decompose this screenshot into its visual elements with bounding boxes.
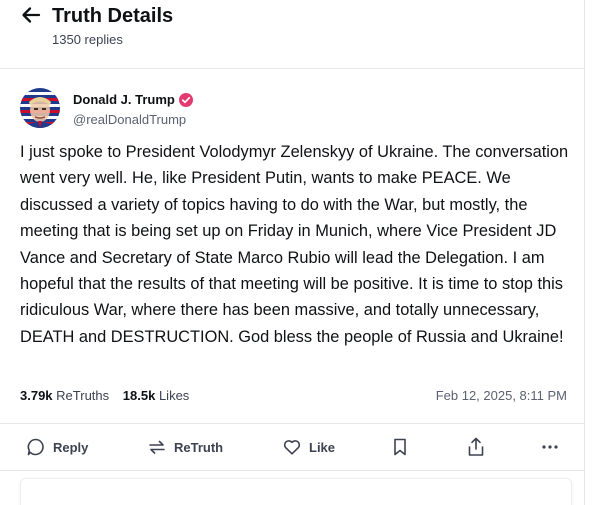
- heart-icon: [283, 440, 301, 455]
- truth-details-page: Truth Details 1350 replies Donald J. Tru…: [0, 0, 585, 505]
- arrow-left-icon: [22, 7, 41, 23]
- post-stats: 3.79k ReTruths 18.5k Likes: [20, 387, 199, 405]
- post-timestamp: Feb 12, 2025, 8:11 PM: [435, 388, 567, 403]
- reply-label: Reply: [53, 439, 89, 455]
- bookmark-button[interactable]: [391, 436, 409, 458]
- like-label: Like: [309, 439, 336, 455]
- verified-badge-icon: [179, 93, 193, 107]
- share-icon: [468, 437, 484, 456]
- likes-count: 18.5k: [122, 388, 156, 403]
- reply-composer-card: [20, 478, 572, 505]
- retruth-label: ReTruth: [174, 439, 224, 455]
- more-dots-icon: [542, 445, 558, 449]
- actions-divider-bottom: [0, 470, 584, 471]
- more-button[interactable]: [540, 436, 560, 458]
- reply-button[interactable]: Reply: [26, 436, 88, 458]
- back-button[interactable]: [20, 4, 42, 26]
- header: Truth Details 1350 replies: [0, 0, 584, 66]
- likes-label: Likes: [158, 388, 190, 403]
- page-title: Truth Details: [52, 5, 174, 27]
- likes-stat[interactable]: 18.5k Likes: [123, 388, 190, 403]
- retruths-count: 3.79k: [20, 388, 53, 403]
- share-button[interactable]: [466, 436, 486, 458]
- chat-bubble-icon: [27, 438, 44, 456]
- avatar-image: [20, 88, 60, 128]
- retruths-label: ReTruths: [56, 388, 110, 403]
- retruth-button[interactable]: ReTruth: [147, 436, 223, 458]
- reply-count: 1350 replies: [52, 32, 123, 47]
- actions-divider: [0, 423, 584, 424]
- bookmark-icon: [394, 438, 406, 456]
- author-name[interactable]: Donald J. Trump: [73, 92, 175, 108]
- like-button[interactable]: Like: [282, 436, 335, 458]
- avatar[interactable]: [20, 88, 60, 128]
- post-body: I just spoke to President Volodymyr Zele…: [20, 143, 569, 346]
- header-divider: [0, 68, 584, 69]
- author-handle[interactable]: @realDonaldTrump: [73, 112, 186, 128]
- retruths-stat[interactable]: 3.79k ReTruths: [20, 388, 109, 403]
- retruth-arrows-icon: [149, 440, 165, 454]
